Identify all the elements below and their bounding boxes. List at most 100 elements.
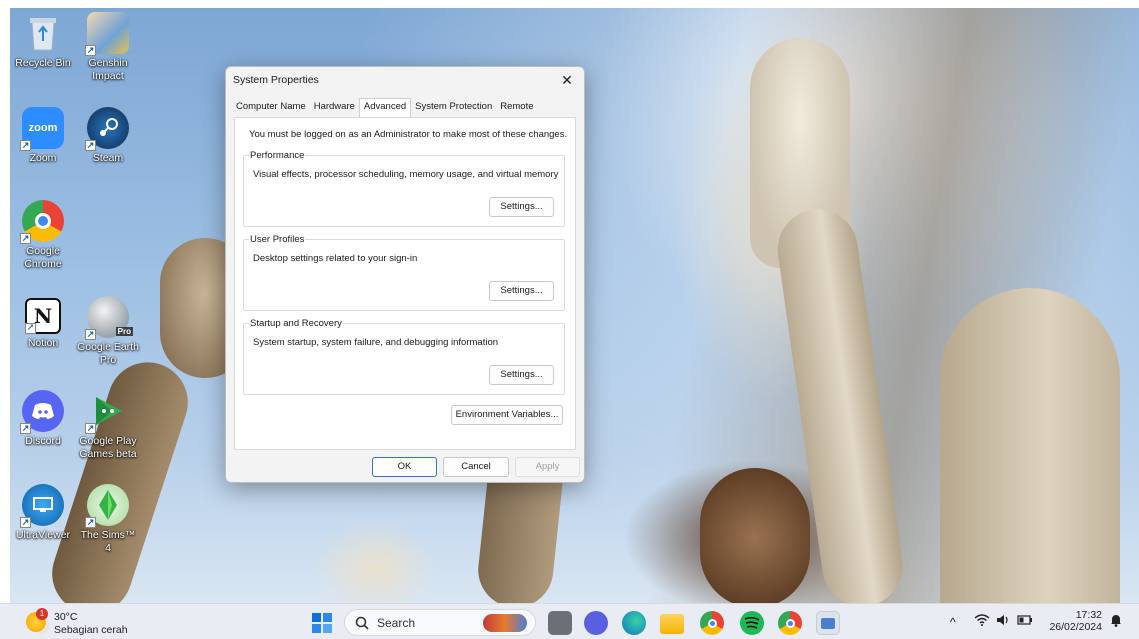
- tab-hardware[interactable]: Hardware: [310, 99, 359, 116]
- spotify-button[interactable]: [740, 611, 764, 635]
- desktop-icon-label: The Sims™ 4: [80, 529, 136, 554]
- search-icon: [355, 616, 369, 630]
- desktop-icon-label: Discord: [25, 435, 61, 447]
- desktop-icon-google-play-games[interactable]: ↗ Google Play Games beta: [77, 390, 139, 461]
- close-button[interactable]: ✕: [556, 69, 578, 91]
- desktop-icon-label: Zoom: [29, 152, 57, 164]
- shortcut-arrow-icon: ↗: [25, 323, 36, 334]
- clock[interactable]: 17:32 26/02/2024: [1044, 609, 1102, 633]
- edge-button[interactable]: [622, 611, 646, 635]
- volume-icon[interactable]: [996, 614, 1010, 629]
- control-panel-button[interactable]: [816, 611, 840, 635]
- startup-recovery-settings-button[interactable]: Settings...: [489, 365, 554, 385]
- desktop-icon-label: Google Chrome: [24, 245, 62, 270]
- shortcut-arrow-icon: ↗: [20, 517, 31, 528]
- show-hidden-icons-button[interactable]: ^: [950, 615, 956, 629]
- weather-widget[interactable]: 1 30°C Sebagian cerah: [24, 608, 144, 636]
- ok-button[interactable]: OK: [372, 457, 437, 477]
- start-button[interactable]: [310, 611, 334, 635]
- chrome-profile-button[interactable]: [700, 611, 724, 635]
- apply-button[interactable]: Apply: [515, 457, 580, 477]
- desktop-icon-recycle-bin[interactable]: Recycle Bin: [12, 12, 74, 70]
- google-play-games-icon: ↗: [85, 390, 129, 434]
- dialog-title: System Properties: [233, 74, 319, 86]
- system-properties-dialog: System Properties ✕ Computer Name Hardwa…: [225, 66, 585, 483]
- chrome-button[interactable]: [778, 611, 802, 635]
- notification-bell-icon[interactable]: [1110, 613, 1122, 630]
- desktop-icon-label: Google Play Games beta: [79, 435, 137, 460]
- user-profiles-settings-button[interactable]: Settings...: [489, 281, 554, 301]
- desktop-icon-ultraviewer[interactable]: ↗ UltraViewer: [12, 484, 74, 542]
- desktop-icon-zoom[interactable]: zoom ↗ Zoom: [12, 107, 74, 165]
- taskbar-search[interactable]: Search: [344, 609, 536, 636]
- group-description: Desktop settings related to your sign-in: [253, 253, 418, 264]
- weather-temp: 30°C: [54, 611, 78, 623]
- desktop-icon-the-sims-4[interactable]: ↗ The Sims™ 4: [77, 484, 139, 555]
- tab-advanced[interactable]: Advanced: [358, 98, 412, 117]
- shortcut-arrow-icon: ↗: [20, 140, 31, 151]
- shortcut-arrow-icon: ↗: [85, 140, 96, 151]
- chrome-icon: [785, 618, 795, 628]
- performance-group: Performance Visual effects, processor sc…: [243, 150, 565, 227]
- wifi-icon[interactable]: [974, 614, 990, 629]
- file-explorer-button[interactable]: [660, 614, 684, 634]
- sims-plumbob-icon: ↗: [85, 484, 129, 528]
- tab-system-protection[interactable]: System Protection: [411, 99, 496, 116]
- notion-icon: N ↗: [25, 298, 61, 334]
- desktop-icon-notion[interactable]: N ↗ Notion: [12, 298, 74, 350]
- shortcut-arrow-icon: ↗: [20, 423, 31, 434]
- desktop-icon-genshin-impact[interactable]: ↗ Genshin Impact: [77, 12, 139, 83]
- chrome-icon: ↗: [20, 200, 64, 244]
- shortcut-arrow-icon: ↗: [85, 517, 96, 528]
- desktop-icon-label: Genshin Impact: [88, 57, 128, 82]
- zoom-glyph: zoom: [28, 122, 58, 134]
- startup-recovery-group: Startup and Recovery System startup, sys…: [243, 318, 565, 395]
- tab-remote[interactable]: Remote: [496, 99, 537, 116]
- weather-desc: Sebagian cerah: [54, 624, 128, 636]
- search-highlight-icon: [483, 614, 527, 632]
- screen: Recycle Bin ↗ Genshin Impact zoom ↗ Zoom…: [0, 0, 1139, 639]
- chrome-profile-icon: [707, 618, 717, 628]
- pro-badge: Pro: [115, 327, 133, 336]
- clock-time: 17:32: [1075, 609, 1102, 621]
- shortcut-arrow-icon: ↗: [85, 329, 96, 340]
- ultraviewer-icon: ↗: [20, 484, 64, 528]
- desktop-icon-steam[interactable]: ↗ Steam: [77, 107, 139, 165]
- control-panel-icon: [821, 617, 835, 629]
- weather-badge: 1: [36, 608, 48, 620]
- tab-computer-name[interactable]: Computer Name: [232, 99, 310, 116]
- steam-icon: ↗: [85, 107, 129, 151]
- group-title: User Profiles: [249, 234, 306, 245]
- shortcut-arrow-icon: ↗: [20, 233, 31, 244]
- admin-note: You must be logged on as an Administrato…: [249, 129, 568, 140]
- user-profiles-group: User Profiles Desktop settings related t…: [243, 234, 565, 311]
- search-label: Search: [377, 615, 416, 630]
- google-earth-pro-icon: Pro ↗: [85, 296, 133, 340]
- group-title: Startup and Recovery: [249, 318, 343, 329]
- group-title: Performance: [249, 150, 306, 161]
- desktop-icon-google-chrome[interactable]: ↗ Google Chrome: [12, 200, 74, 271]
- desktop-icon-label: Notion: [27, 337, 59, 349]
- desktop-icon-discord[interactable]: ↗ Discord: [12, 390, 74, 448]
- battery-icon[interactable]: [1017, 614, 1033, 628]
- desktop-icon-label: UltraViewer: [15, 529, 71, 541]
- windows-start-icon: [312, 613, 332, 633]
- spotify-icon: [744, 617, 760, 629]
- task-view-button[interactable]: [548, 611, 572, 635]
- close-icon: ✕: [561, 72, 573, 88]
- environment-variables-button[interactable]: Environment Variables...: [451, 405, 563, 425]
- performance-settings-button[interactable]: Settings...: [489, 197, 554, 217]
- meet-app-button[interactable]: [584, 611, 608, 635]
- desktop-icon-label: Steam: [92, 152, 124, 164]
- dialog-tabs: Computer Name Hardware Advanced System P…: [232, 98, 538, 117]
- desktop-icon-google-earth-pro[interactable]: Pro ↗ Google Earth Pro: [77, 296, 139, 367]
- cancel-button[interactable]: Cancel: [443, 457, 509, 477]
- genshin-impact-icon: ↗: [85, 12, 129, 56]
- recycle-bin-icon: [22, 12, 64, 54]
- shortcut-arrow-icon: ↗: [85, 423, 96, 434]
- desktop-icon-label: Google Earth Pro: [77, 341, 139, 366]
- clock-date: 26/02/2024: [1049, 621, 1102, 633]
- desktop-icon-label: Recycle Bin: [15, 57, 71, 69]
- zoom-icon: zoom ↗: [20, 107, 64, 151]
- group-description: System startup, system failure, and debu…: [253, 337, 499, 348]
